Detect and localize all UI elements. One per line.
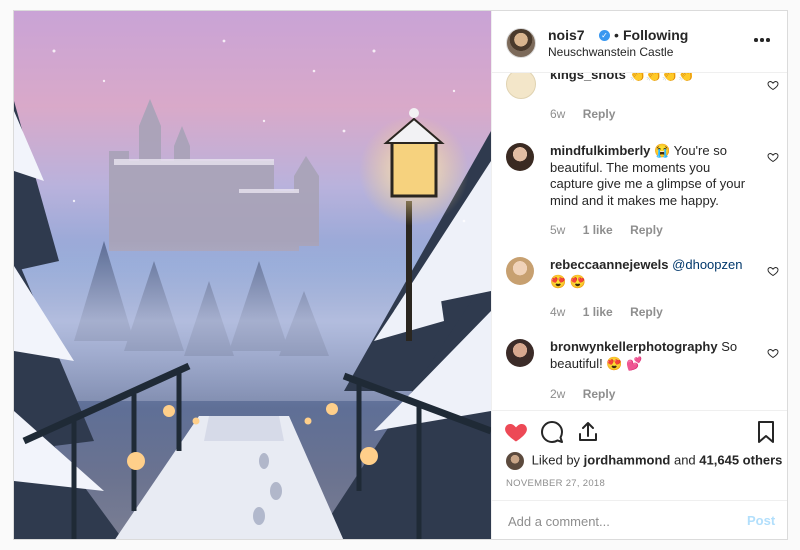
likes-count[interactable]: 41,645 others [699, 452, 782, 467]
post-sidebar: nois7 ✓ • Following Neuschwanstein Castl… [491, 11, 787, 539]
avatar[interactable] [506, 452, 524, 470]
comment-icon[interactable] [540, 420, 564, 444]
share-icon[interactable] [576, 420, 600, 444]
heart-outline-icon[interactable] [767, 79, 779, 91]
heart-outline-icon[interactable] [767, 265, 779, 277]
comment-username[interactable]: rebeccaannejewels [550, 257, 669, 272]
post-actions: Liked by jordhammond and 41,645 others N… [492, 410, 787, 500]
post-username[interactable]: nois7 [548, 27, 585, 43]
comment-meta: 6w Reply [550, 107, 629, 121]
location-link[interactable]: Neuschwanstein Castle [548, 45, 673, 59]
post-comment-button[interactable]: Post [747, 513, 775, 528]
comment-input[interactable] [506, 510, 730, 532]
bookmark-icon[interactable] [754, 420, 778, 444]
comment-likes[interactable]: 1 like [583, 305, 613, 319]
heart-filled-icon[interactable] [504, 420, 528, 444]
comment-text: mindfulkimberly 😭 You're so beautiful. T… [550, 143, 750, 209]
comment-username[interactable]: bronwynkellerphotography [550, 339, 718, 354]
heart-outline-icon[interactable] [767, 151, 779, 163]
avatar[interactable] [506, 73, 536, 99]
post-header: nois7 ✓ • Following Neuschwanstein Castl… [492, 11, 787, 73]
add-comment-bar: Post [492, 500, 787, 539]
avatar[interactable] [506, 339, 534, 367]
comment-meta: 4w 1 like Reply [550, 305, 677, 319]
comment-text: kings_shots 👏👏👏👏 [550, 73, 750, 84]
more-options-icon[interactable] [752, 35, 772, 45]
comment-text: bronwynkellerphotography So beautiful! 😍… [550, 339, 750, 372]
likes-conjunction: and [673, 452, 696, 468]
winter-castle-image [14, 39, 491, 539]
post-date[interactable]: NOVEMBER 27, 2018 [506, 478, 605, 489]
comment-mention[interactable]: @dhoopzen [672, 257, 742, 272]
post-photo[interactable] [14, 11, 491, 539]
comment-age[interactable]: 5w [550, 223, 565, 237]
separator-dot: • [614, 27, 619, 43]
comment-meta: 5w 1 like Reply [550, 223, 677, 237]
comment-age[interactable]: 2w [550, 387, 565, 401]
comment-username[interactable]: kings_shots [550, 73, 626, 82]
comment-likes[interactable]: 1 like [583, 223, 613, 237]
comment-meta: 2w Reply [550, 387, 629, 401]
post-container: nois7 ✓ • Following Neuschwanstein Castl… [13, 10, 788, 540]
comment-age[interactable]: 4w [550, 305, 565, 319]
liked-by-user[interactable]: jordhammond [584, 452, 671, 467]
comment-text: rebeccaannejewels @dhoopzen 😍 😍 [550, 257, 750, 290]
comment-body: 😍 😍 [550, 273, 586, 289]
avatar[interactable] [506, 143, 534, 171]
verified-badge-icon: ✓ [599, 30, 610, 41]
reply-button[interactable]: Reply [630, 305, 663, 319]
likes-summary: Liked by jordhammond and 41,645 others [506, 452, 782, 470]
comments-list[interactable]: kings_shots 👏👏👏👏 6w Reply mindfulkimberl… [492, 73, 787, 410]
reply-button[interactable]: Reply [583, 387, 616, 401]
comment-username[interactable]: mindfulkimberly [550, 143, 650, 158]
avatar[interactable] [506, 28, 536, 58]
comment-body: 👏👏👏👏 [629, 73, 695, 82]
heart-outline-icon[interactable] [767, 347, 779, 359]
liked-by-label: Liked by [531, 452, 581, 468]
reply-button[interactable]: Reply [583, 107, 616, 121]
reply-button[interactable]: Reply [630, 223, 663, 237]
comment-age[interactable]: 6w [550, 107, 565, 121]
following-button[interactable]: Following [623, 27, 688, 43]
avatar[interactable] [506, 257, 534, 285]
